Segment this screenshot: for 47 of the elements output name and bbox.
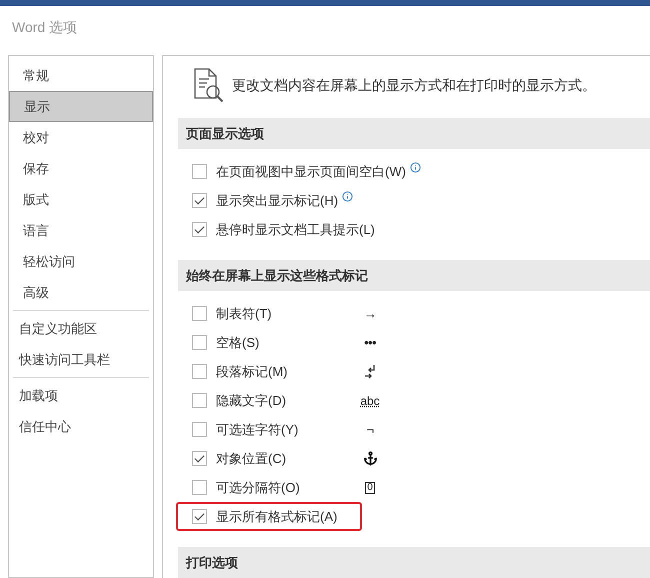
checkbox[interactable] [192,164,207,179]
sidebar-item[interactable]: 加载项 [9,380,153,411]
checkbox[interactable] [192,335,207,350]
option-label[interactable]: 显示突出显示标记(H) [216,190,338,210]
checkbox[interactable] [192,222,207,237]
format-mark-symbol: ¬ [366,420,374,439]
format-mark-symbol: abc [360,392,380,410]
section-header: 打印选项 [178,547,650,578]
checkbox[interactable] [192,393,207,408]
window-title: Word 选项 [12,18,78,36]
sidebar-item[interactable]: 语言 [9,215,153,246]
option-label[interactable]: 可选分隔符(O) [216,478,300,498]
option-label[interactable]: 显示所有格式标记(A) [216,506,338,526]
sidebar-item[interactable]: 保存 [9,153,153,184]
sidebar-item[interactable]: 快速访问工具栏 [9,344,153,375]
format-mark-symbol: 0 [365,482,375,494]
sidebar-item[interactable]: 校对 [9,122,153,153]
option-label[interactable]: 隐藏文字(D) [216,390,286,410]
sidebar-item[interactable]: 显示 [9,91,153,122]
checkbox[interactable] [192,451,207,466]
checkbox[interactable] [192,364,207,379]
paragraph-mark-icon [364,364,376,380]
header-description: 更改文档内容在屏幕上的显示方式和在打印时的显示方式。 [232,76,596,94]
format-mark-symbol: ••• [364,334,376,352]
option-label[interactable]: 制表符(T) [216,304,272,324]
sidebar-item[interactable]: 常规 [9,60,153,91]
anchor-icon [362,451,378,466]
sidebar-item[interactable]: 版式 [9,184,153,215]
option-label[interactable]: 空格(S) [216,332,260,352]
sidebar-item[interactable]: 自定义功能区 [9,313,153,344]
section-header: 页面显示选项 [178,118,650,149]
sidebar-item[interactable]: 信任中心 [9,411,153,442]
option-label[interactable]: 对象位置(C) [216,448,286,468]
option-label[interactable]: 在页面视图中显示页面间空白(W) [216,162,406,182]
option-label[interactable]: 段落标记(M) [216,362,288,382]
checkbox[interactable] [192,480,207,495]
option-label[interactable]: 可选连字符(Y) [216,420,298,440]
section-header: 始终在屏幕上显示这些格式标记 [178,260,650,291]
sidebar-item[interactable]: 轻松访问 [9,246,153,277]
format-mark-symbol: → [364,304,376,323]
option-label[interactable]: 悬停时显示文档工具提示(L) [216,220,375,240]
sidebar-item[interactable]: 高级 [9,277,153,308]
checkbox[interactable] [192,193,207,208]
document-search-icon [192,67,226,103]
checkbox[interactable] [192,509,207,524]
checkbox[interactable] [192,422,207,437]
checkbox[interactable] [192,306,207,321]
